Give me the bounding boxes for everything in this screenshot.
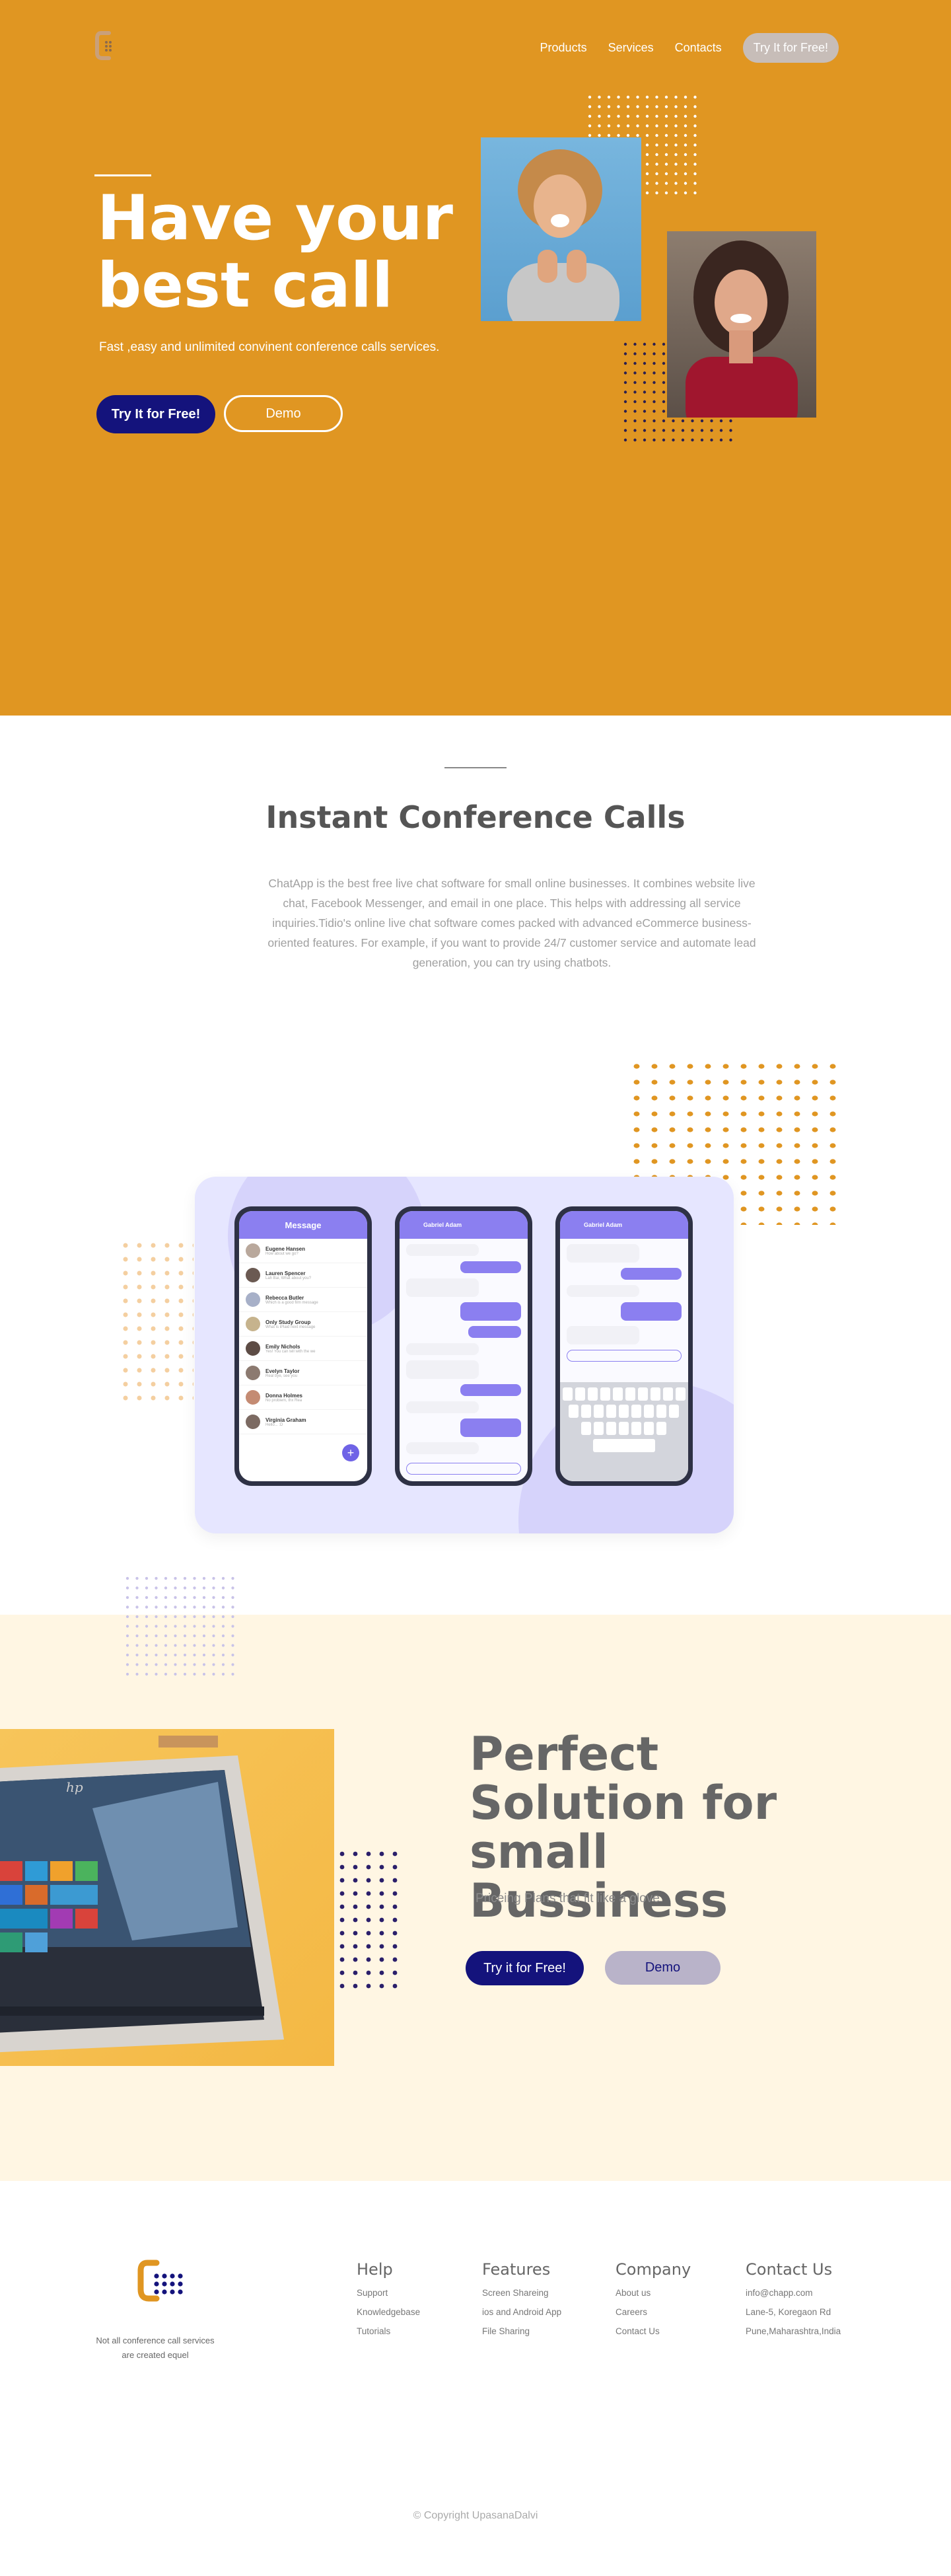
section-divider [444,767,507,768]
message-list-header: Message [239,1211,367,1239]
hero-try-free-button[interactable]: Try It for Free! [96,395,215,433]
list-item[interactable]: Eugene Hansen How about we go? [239,1239,367,1263]
phone-message-list: Message Eugene Hansen How about we go? La… [234,1206,372,1486]
footer-link-about[interactable]: About us [616,2288,691,2298]
avatar [246,1268,260,1282]
avatar [246,1292,260,1307]
landing-page: Products Services Contacts Try It for Fr… [0,0,951,2576]
chat-header: Gabriel Adam [400,1211,528,1239]
avatar [246,1317,260,1331]
list-item[interactable]: Lauren Spencer Lah Bai, What about you? [239,1263,367,1288]
footer-link-file-sharing[interactable]: File Sharing [482,2326,561,2336]
avatar [246,1366,260,1380]
avatar [246,1390,260,1405]
svg-text:hp: hp [66,1779,83,1795]
list-item[interactable]: Virginia Graham Hello... :D [239,1410,367,1434]
hero-subtitle: Fast ,easy and unlimited convinent confe… [99,340,440,354]
navy-dot-grid-2 [338,1850,404,1994]
logo-icon[interactable] [94,30,116,61]
footer-col-help: Help Support Knowledgebase Tutorials [357,2260,420,2345]
footer-address-line: Lane-5, Koregaon Rd [746,2307,831,2317]
footer-col-title: Features [482,2260,551,2279]
list-item[interactable]: Donna Holmes No problem, thx Rea [239,1385,367,1410]
list-item[interactable]: Evelyn Taylor Real bye, see you [239,1361,367,1385]
list-item[interactable]: Rebecca Butler Which is a good film messa… [239,1288,367,1312]
hero-accent-line [94,174,151,176]
footer-tagline: Not all conference call services are cre… [96,2336,215,2360]
instant-section-title: Instant Conference Calls [265,799,686,835]
hero-section: Products Services Contacts Try It for Fr… [0,0,951,716]
footer-link-careers[interactable]: Careers [616,2307,691,2317]
footer-link-screen-sharing[interactable]: Screen Shareing [482,2288,561,2298]
list-item[interactable]: Emily Nichols Yes! You can tell with the … [239,1337,367,1361]
phone-chat-view: Gabriel Adam [395,1206,532,1486]
chat-header: Gabriel Adam [560,1211,688,1239]
avatar [246,1243,260,1258]
copyright: © Copyright UpasanaDalvi [413,2510,538,2521]
nav-contacts[interactable]: Contacts [675,41,722,55]
footer-col-features: Features Screen Shareing ios and Android… [482,2260,561,2345]
woman-smiling-photo [667,231,816,418]
instant-section-text: ChatApp is the best free live chat softw… [267,877,756,969]
footer-logo-icon[interactable] [134,2258,187,2305]
footer-email-link[interactable]: info@chapp.com [746,2288,841,2298]
chat-input[interactable] [406,1463,521,1475]
solution-subtitle: Priceing Plans that fit like a glove [476,1892,660,1905]
solution-demo-button[interactable]: Demo [605,1951,721,1985]
avatar [246,1415,260,1429]
phone-chat-keyboard: Gabriel Adam [555,1206,693,1486]
list-item[interactable]: Only Study Group What is iPlaid next mess… [239,1312,367,1337]
footer-link-contact[interactable]: Contact Us [616,2326,691,2336]
chat-input[interactable] [567,1350,682,1362]
footer-col-company: Company About us Careers Contact Us [616,2260,691,2345]
footer-city-line: Pune,Maharashtra,India [746,2326,841,2336]
footer-link-knowledgebase[interactable]: Knowledgebase [357,2307,420,2317]
solution-try-free-button[interactable]: Try it for Free! [466,1951,584,1985]
nav-products[interactable]: Products [540,41,587,55]
compose-plus-icon[interactable]: + [342,1444,359,1461]
footer-col-title: Company [616,2260,691,2279]
nav-services[interactable]: Services [608,41,654,55]
footer-col-contact: Contact Us info@chapp.com Lane-5, Korega… [746,2260,841,2345]
avatar [246,1341,260,1356]
footer-col-title: Contact Us [746,2260,833,2279]
footer-link-mobile-app[interactable]: ios and Android App [482,2307,561,2317]
keyboard[interactable] [560,1382,688,1481]
footer-link-tutorials[interactable]: Tutorials [357,2326,420,2336]
hero-title: Have your best call [97,182,453,322]
lavender-dot-grid-overlay [125,1576,236,1679]
laptop-photo: hp [0,1729,334,2066]
hero-demo-button[interactable]: Demo [224,395,343,432]
top-nav: Products Services Contacts Try It for Fr… [540,33,839,63]
footer-link-support[interactable]: Support [357,2288,420,2298]
footer-col-title: Help [357,2260,393,2279]
app-mockup-card: Message Eugene Hansen How about we go? La… [195,1177,734,1533]
nav-try-free-button[interactable]: Try It for Free! [742,33,839,63]
peach-dot-grid [122,1242,194,1401]
